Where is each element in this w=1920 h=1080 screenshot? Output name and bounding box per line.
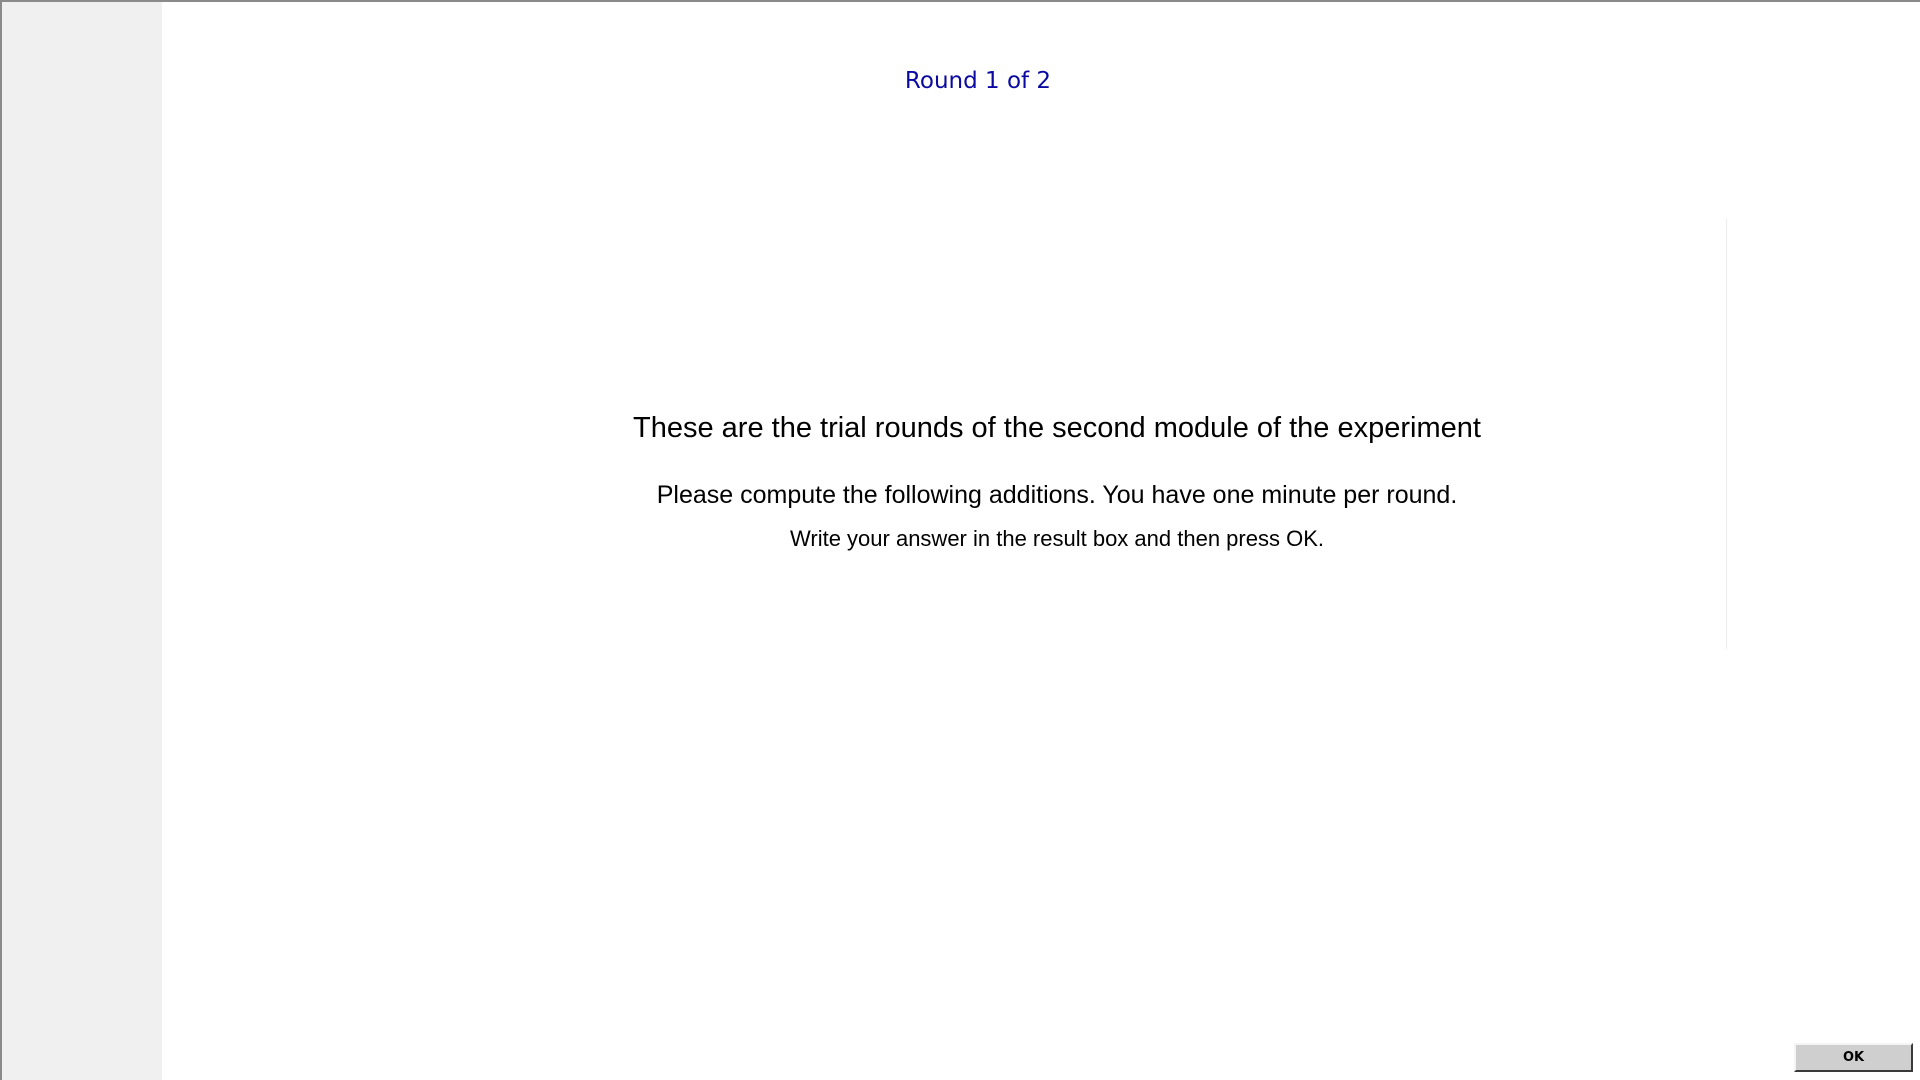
vertical-divider [1726,219,1727,649]
left-side-panel [2,2,162,1080]
instructions-line-compute: Please compute the following additions. … [656,481,1458,509]
instructions-heading: These are the trial rounds of the second… [633,412,1481,444]
ok-button[interactable]: OK [1794,1043,1913,1072]
instructions-line-answer: Write your answer in the result box and … [790,526,1324,551]
instructions-block: These are the trial rounds of the second… [522,402,1592,554]
experiment-window: Round 1 of 2 These are the trial rounds … [0,0,1920,1080]
round-indicator: Round 1 of 2 [904,68,1052,94]
